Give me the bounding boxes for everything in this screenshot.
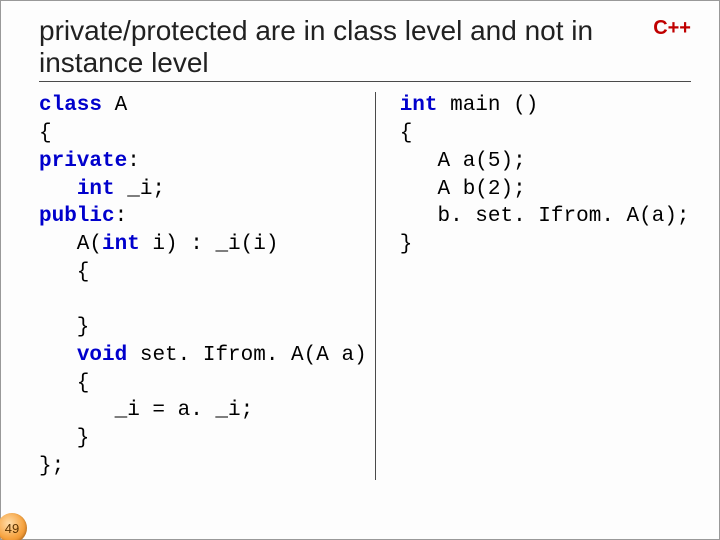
keyword-class: class: [39, 94, 102, 117]
code-column-right: int main () { A a(5); A b(2); b. set. If…: [376, 92, 698, 480]
keyword-void: void: [77, 344, 127, 367]
page-number: 49: [5, 521, 19, 536]
keyword-private: private: [39, 150, 127, 173]
keyword-int: int: [77, 178, 115, 201]
keyword-int: int: [400, 94, 438, 117]
code-column-left: class A { private: int _i; public: A(int…: [39, 92, 376, 480]
title-row: private/protected are in class level and…: [39, 15, 691, 82]
code-block-class: class A { private: int _i; public: A(int…: [39, 92, 367, 480]
code-block-main: int main () { A a(5); A b(2); b. set. If…: [400, 92, 690, 258]
keyword-int: int: [102, 233, 140, 256]
code-columns: class A { private: int _i; public: A(int…: [39, 92, 691, 480]
keyword-public: public: [39, 205, 115, 228]
slide: private/protected are in class level and…: [1, 1, 719, 539]
page-number-badge: 49: [0, 513, 27, 540]
slide-title: private/protected are in class level and…: [39, 15, 645, 79]
language-badge: C++: [653, 17, 691, 40]
